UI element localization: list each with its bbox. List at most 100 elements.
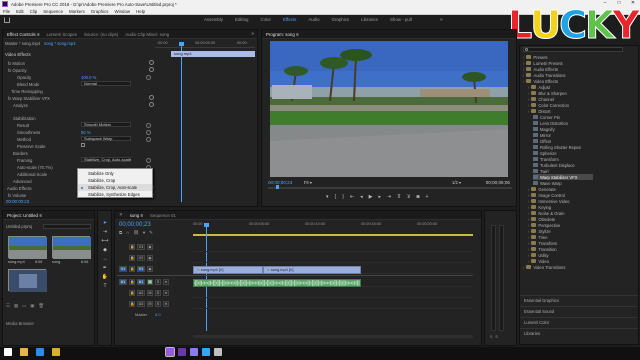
play-icon[interactable]: ▶ (369, 194, 373, 200)
mark-out-icon[interactable]: } (342, 194, 344, 200)
tab-program[interactable]: Program: song ≡ (266, 32, 299, 37)
voice-over-icon[interactable]: ● (163, 290, 169, 296)
effect-property-row[interactable]: Time Remapping (5, 88, 153, 94)
project-item-thumbnail-3[interactable] (8, 269, 47, 292)
icon-view-icon[interactable]: ▦ (14, 303, 18, 309)
tab-project[interactable]: Project: Untitled ≡ (7, 213, 42, 218)
disclosure-triangle-icon[interactable]: › (528, 205, 529, 210)
disclosure-triangle-icon[interactable]: › (528, 187, 529, 192)
after-effects-icon[interactable] (190, 348, 198, 356)
track-target-button[interactable]: A1 (137, 279, 145, 285)
effect-property-row[interactable]: Borders (5, 150, 153, 156)
effect-property-row[interactable]: Opacity 100.0 % (5, 74, 153, 80)
menu-file[interactable]: File (3, 9, 10, 14)
effect-property-row[interactable]: Result Smooth Motion (5, 122, 153, 128)
wrench-icon[interactable]: ✎ (149, 230, 153, 236)
reset-effect-icon[interactable] (149, 95, 154, 100)
effect-property-row[interactable]: Blend Mode Normal (5, 81, 153, 87)
program-playhead[interactable] (276, 185, 279, 189)
disclosure-triangle-icon[interactable]: › (523, 55, 524, 60)
panel-menu-icon[interactable]: » (251, 31, 254, 37)
toggle-output-icon[interactable]: ◉ (147, 266, 153, 272)
razor-tool-icon[interactable]: ◆ (101, 246, 109, 254)
effect-property-dropdown[interactable]: Normal (81, 81, 131, 86)
audio-clip[interactable] (193, 279, 361, 287)
voice-over-icon[interactable]: ● (163, 279, 169, 285)
effect-property-row[interactable]: fx Opacity (5, 67, 153, 73)
selection-tool-icon[interactable]: ➤ (101, 219, 109, 227)
add-marker-icon[interactable]: ▾ (143, 230, 145, 236)
pen-tool-icon[interactable]: ✒ (101, 264, 109, 272)
effects-folder[interactable]: › Video Transitions (523, 264, 565, 270)
ripple-tool-icon[interactable]: ⟷ (101, 237, 109, 245)
tab-effect-controls[interactable]: Effect Controls ≡ (7, 32, 40, 37)
tab-audio-clip-mixer[interactable]: Audio Clip Mixer: song (125, 32, 169, 37)
lock-icon[interactable]: 🔒 (129, 301, 135, 307)
effect-property-row[interactable]: Preserve Scale (5, 143, 153, 149)
source-patch-button[interactable]: A1 (119, 279, 127, 285)
menu-sequence[interactable]: Sequence (43, 9, 63, 14)
effect-controls-playhead[interactable] (181, 42, 182, 202)
track-lane[interactable] (193, 243, 473, 252)
nest-icon[interactable]: ⧉ (119, 230, 122, 236)
project-item-thumbnail-2[interactable] (52, 236, 91, 259)
menu-window[interactable]: Window (114, 9, 130, 14)
file-explorer-icon[interactable] (20, 348, 28, 356)
disclosure-triangle-icon[interactable]: › (523, 73, 524, 78)
linked-selection-icon[interactable]: ⛓ (133, 230, 139, 236)
disclosure-triangle-icon[interactable]: › (528, 229, 529, 234)
toggle-output-icon[interactable]: ◉ (147, 244, 153, 250)
disclosure-triangle-icon[interactable]: › (523, 265, 524, 270)
menu-help[interactable]: Help (136, 9, 145, 14)
lock-icon[interactable]: 🔒 (129, 279, 135, 285)
track-target-button[interactable]: A3 (137, 301, 145, 307)
project-search-input[interactable] (43, 224, 91, 229)
workspace-color[interactable]: Color (260, 17, 271, 22)
workspace-show-pull[interactable]: Show - pull (390, 17, 412, 22)
disclosure-triangle-icon[interactable]: › (523, 61, 524, 66)
video-clip[interactable]: fx song.mp4 [V] (193, 266, 263, 274)
disclosure-triangle-icon[interactable]: › (528, 223, 529, 228)
chrome-icon[interactable] (52, 348, 60, 356)
disclosure-triangle-icon[interactable]: › (528, 109, 529, 114)
effect-property-row[interactable]: fx Warp Stabilizer VFX (5, 95, 153, 101)
disclosure-triangle-icon[interactable]: › (528, 253, 529, 258)
program-fit-select[interactable]: Fit ▾ (304, 180, 312, 185)
button-editor-icon[interactable]: + (426, 194, 429, 200)
menu-edit[interactable]: Edit (16, 9, 24, 14)
mute-button[interactable]: M (147, 290, 153, 296)
disclosure-triangle-icon[interactable]: › (528, 211, 529, 216)
workspace-libraries[interactable]: Libraries (361, 17, 378, 22)
voice-over-icon[interactable]: ● (163, 301, 169, 307)
effect-controls-playhead-handle[interactable] (179, 42, 184, 46)
effect-property-row[interactable]: Framing Stabilize, Crop, Auto-scale (5, 157, 153, 163)
disclosure-triangle-icon[interactable]: › (523, 67, 524, 72)
export-frame-icon[interactable]: ◙ (417, 194, 420, 200)
breadcrumb-master[interactable]: Master * song.mp4 (5, 41, 40, 46)
disclosure-triangle-icon[interactable]: › (528, 91, 529, 96)
other-icon[interactable] (214, 348, 222, 356)
lift-icon[interactable]: ⊼ (397, 194, 401, 200)
add-marker-icon[interactable]: ▾ (326, 194, 329, 200)
solo-right-button[interactable]: S (495, 335, 497, 339)
workspace-assembly[interactable]: Assembly (204, 17, 223, 22)
toggle-output-icon[interactable]: ◉ (147, 255, 153, 261)
reset-parameter-icon[interactable] (146, 157, 151, 163)
extract-icon[interactable]: ⊻ (407, 194, 411, 200)
new-item-icon[interactable]: ▣ (30, 303, 34, 309)
work-area-bar[interactable] (193, 234, 473, 236)
lock-icon[interactable]: 🔒 (129, 290, 135, 296)
mark-in-icon[interactable]: { (335, 194, 337, 200)
effects-bottom-section[interactable]: Essential Graphics (524, 298, 559, 303)
disclosure-triangle-icon[interactable]: › (523, 79, 524, 84)
disclosure-triangle-icon[interactable]: › (528, 247, 529, 252)
reset-parameter-icon[interactable] (146, 136, 151, 142)
effect-property-dropdown[interactable]: Smooth Motion (81, 122, 131, 127)
edge-icon[interactable] (36, 348, 44, 356)
track-target-button[interactable]: V1 (137, 266, 145, 272)
disclosure-triangle-icon[interactable]: › (528, 199, 529, 204)
slip-tool-icon[interactable]: ↔ (101, 255, 109, 263)
reset-effect-icon[interactable] (149, 102, 154, 107)
preserve-scale-checkbox[interactable] (81, 143, 85, 147)
timeline-horizontal-scrollbar[interactable] (193, 335, 473, 338)
